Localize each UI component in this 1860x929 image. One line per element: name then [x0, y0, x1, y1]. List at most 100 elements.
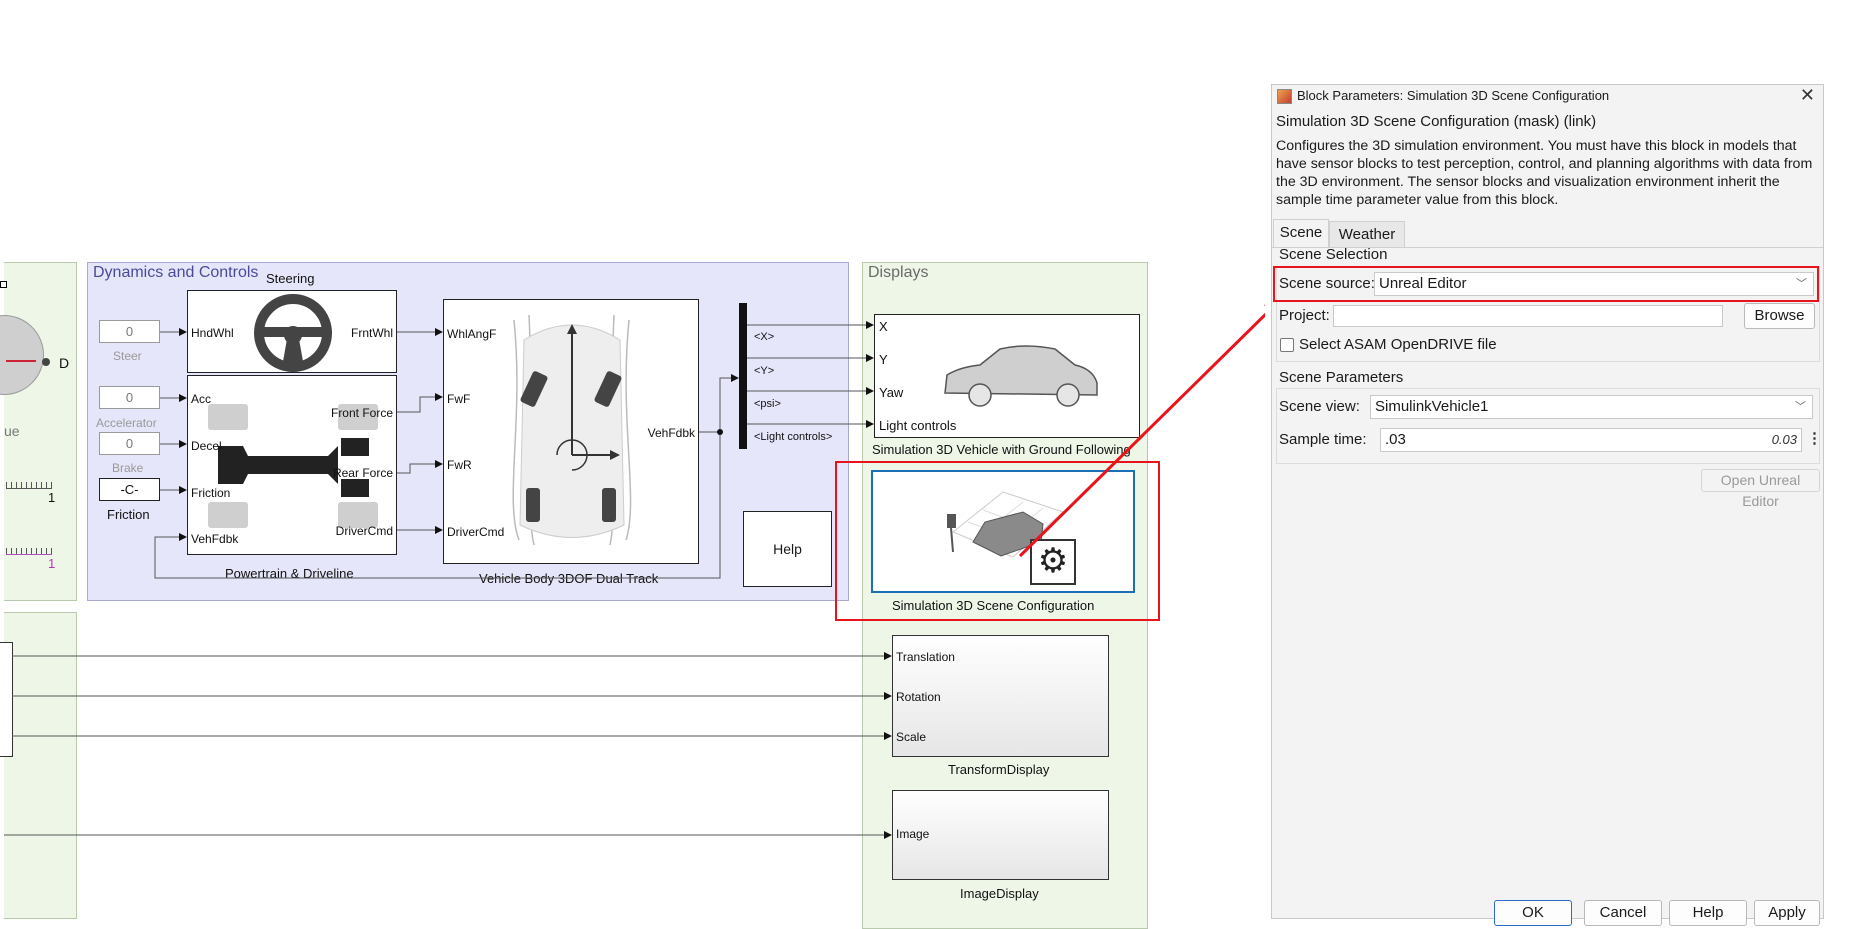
steering-block[interactable]: HndWhl FrntWhl: [187, 290, 397, 373]
ok-button[interactable]: OK: [1494, 900, 1572, 926]
help-button[interactable]: Help: [1669, 900, 1747, 926]
bus-selector[interactable]: [739, 303, 747, 449]
port-marker: [0, 281, 7, 288]
opendrive-checkbox[interactable]: [1280, 338, 1294, 352]
vehicle-ground-port-x: X: [879, 319, 888, 334]
steering-title: Steering: [266, 271, 315, 286]
vehicle-body-port-whlangf: WhlAngF: [447, 327, 497, 341]
vehicle-ground-port-y: Y: [879, 352, 888, 367]
help-button-label: Help: [1692, 904, 1724, 921]
gauge-label-d: D: [59, 355, 70, 371]
scene-view-dropdown[interactable]: SimulinkVehicle1 ﹀: [1370, 395, 1813, 419]
scene-config-highlight: [835, 461, 1160, 621]
transform-display-title: TransformDisplay: [948, 762, 1050, 777]
transform-display-block[interactable]: Translation Rotation Scale: [892, 635, 1109, 757]
sample-time-label: Sample time:: [1279, 431, 1367, 448]
powertrain-port-decel: Decel: [191, 439, 222, 453]
left-area-bottom: [4, 612, 77, 919]
tab-weather[interactable]: Weather: [1329, 221, 1405, 247]
tab-scene[interactable]: Scene: [1273, 219, 1329, 247]
powertrain-port-friction: Friction: [191, 486, 231, 500]
bus-signal-x: <X>: [754, 331, 775, 343]
sample-time-value: .03: [1385, 431, 1406, 448]
cancel-button[interactable]: Cancel: [1584, 900, 1662, 926]
help-block[interactable]: Help: [743, 511, 832, 587]
powertrain-title: Powertrain & Driveline: [225, 566, 354, 581]
sample-time-eval: 0.03: [1771, 432, 1797, 447]
powertrain-block[interactable]: Acc Decel Friction VehFdbk Front Force R…: [187, 375, 397, 555]
dynamics-area-title: Dynamics and Controls: [93, 264, 259, 281]
transform-port-scale: Scale: [896, 730, 927, 744]
powertrain-port-vehfdbk: VehFdbk: [191, 532, 239, 546]
scene-source-highlight: [1273, 266, 1819, 302]
scene-parameters-heading: Scene Parameters: [1279, 369, 1404, 386]
browse-button-label: Browse: [1754, 307, 1805, 324]
accelerator-constant[interactable]: 0: [99, 386, 160, 409]
slider-ticks-1: [6, 482, 52, 489]
sample-time-input[interactable]: .03 0.03: [1380, 428, 1802, 452]
slider-ticks-2: [6, 548, 52, 555]
powertrain-port-acc: Acc: [191, 392, 212, 406]
more-options-icon[interactable]: ⋮: [1807, 429, 1822, 447]
vehicle-body-title: Vehicle Body 3DOF Dual Track: [479, 571, 659, 586]
vehicle-ground-port-light: Light controls: [879, 418, 957, 433]
scene-selection-heading: Scene Selection: [1279, 246, 1388, 263]
gauge-label-ue: ue: [4, 423, 20, 439]
powertrain-port-rear-force: Rear Force: [332, 466, 393, 480]
gauge-dot: [42, 358, 50, 366]
help-block-label: Help: [773, 541, 802, 557]
gauge-needle: [6, 360, 36, 362]
vehicle-body-port-fwr: FwR: [447, 458, 472, 472]
dialog-subtitle: Simulation 3D Scene Configuration (mask)…: [1276, 113, 1597, 130]
model-canvas[interactable]: D ue 1 1 Dynamics and Controls Steering …: [0, 0, 1265, 929]
apply-button[interactable]: Apply: [1754, 900, 1820, 926]
dialog-description: Configures the 3D simulation environment…: [1276, 138, 1813, 208]
displays-area-title: Displays: [868, 264, 929, 281]
powertrain-port-drivercmd: DriverCmd: [335, 524, 393, 538]
image-display-port: Image: [896, 827, 930, 841]
accelerator-constant-label: Accelerator: [96, 416, 157, 430]
brake-constant-label: Brake: [112, 461, 144, 475]
apply-button-label: Apply: [1768, 904, 1806, 921]
vehicle-ground-block[interactable]: X Y Yaw Light controls: [874, 314, 1140, 438]
steering-out-port: FrntWhl: [351, 326, 393, 340]
opendrive-label: Select ASAM OpenDRIVE file: [1299, 336, 1497, 353]
vehicle-ground-title: Simulation 3D Vehicle with Ground Follow…: [872, 442, 1131, 457]
transform-port-translation: Translation: [896, 650, 955, 664]
vehicle-ground-port-yaw: Yaw: [879, 385, 904, 400]
left-bus-block: [0, 642, 13, 757]
vehicle-body-block[interactable]: WhlAngF FwF FwR DriverCmd VehFdbk: [443, 299, 699, 564]
browse-button[interactable]: Browse: [1744, 303, 1815, 329]
close-icon[interactable]: ✕: [1800, 85, 1815, 106]
slider-value-2: 1: [48, 556, 56, 571]
transform-port-rotation: Rotation: [896, 690, 941, 704]
slider-value-1: 1: [48, 490, 56, 505]
tab-scene-label: Scene: [1279, 224, 1323, 241]
open-unreal-editor-button[interactable]: Open Unreal Editor: [1701, 469, 1820, 509]
steering-in-port: HndWhl: [191, 326, 234, 340]
project-input[interactable]: [1333, 305, 1723, 327]
friction-constant[interactable]: -C-: [99, 478, 160, 501]
image-display-title: ImageDisplay: [960, 886, 1039, 901]
vehicle-body-port-drivercmd: DriverCmd: [447, 525, 505, 539]
powertrain-port-front-force: Front Force: [330, 406, 393, 420]
chevron-down-icon: ﹀: [1795, 401, 1806, 413]
cancel-button-label: Cancel: [1599, 904, 1647, 921]
dialog-titlebar[interactable]: Block Parameters: Simulation 3D Scene Co…: [1272, 85, 1823, 109]
project-label: Project:: [1279, 307, 1330, 324]
bus-signal-light: <Light controls>: [754, 431, 833, 443]
bus-signal-psi: <psi>: [754, 398, 781, 410]
ok-button-label: OK: [1522, 904, 1544, 921]
steer-constant[interactable]: 0: [99, 320, 160, 343]
dialog-title: Block Parameters: Simulation 3D Scene Co…: [1297, 88, 1610, 103]
vehicle-body-port-vehfdbk: VehFdbk: [647, 426, 695, 440]
tab-weather-label: Weather: [1338, 226, 1396, 243]
image-display-block[interactable]: Image: [892, 790, 1109, 880]
friction-constant-label: Friction: [107, 507, 150, 522]
vehicle-body-port-fwf: FwF: [447, 392, 471, 406]
scene-view-label: Scene view:: [1279, 398, 1360, 415]
bus-signal-y: <Y>: [754, 365, 775, 377]
matlab-app-icon: [1277, 89, 1292, 104]
block-parameters-dialog[interactable]: Block Parameters: Simulation 3D Scene Co…: [1271, 84, 1824, 926]
brake-constant[interactable]: 0: [99, 432, 160, 455]
